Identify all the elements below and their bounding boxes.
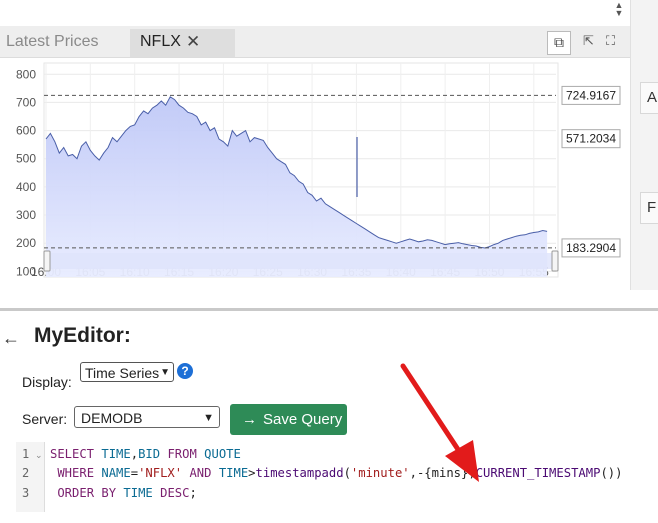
fold-chevron-icon[interactable]: ⌄	[35, 450, 43, 461]
code-keyword: AND	[189, 466, 212, 480]
code-punct: >	[248, 466, 256, 480]
range-navigator[interactable]	[44, 253, 558, 269]
tab-latest-prices[interactable]: Latest Prices	[6, 33, 98, 51]
side-panel-item-f[interactable]: F	[640, 192, 658, 224]
price-label: 571.2034	[566, 132, 616, 146]
back-arrow-icon[interactable]: ←	[2, 328, 20, 349]
code-keyword: BY	[101, 486, 117, 500]
code-identifier: TIME	[101, 447, 131, 461]
save-query-button[interactable]: → Save Query	[230, 404, 347, 435]
code-keyword: WHERE	[57, 466, 95, 480]
navigator-handle-left[interactable]	[43, 250, 51, 272]
code-punct: ;	[189, 486, 197, 500]
chevron-down-icon: ▼	[160, 367, 170, 378]
price-label: 724.9167	[566, 88, 616, 102]
maximize-icon[interactable]: ⛶	[606, 33, 615, 49]
y-tick-label: 600	[16, 124, 36, 138]
arrow-right-icon: →	[242, 411, 257, 428]
red-annotation-arrow	[400, 363, 479, 482]
y-tick-label: 800	[16, 67, 36, 81]
code-punct	[211, 466, 218, 480]
code-function: timestampadd	[255, 466, 344, 480]
y-tick-label: 300	[16, 208, 36, 222]
line-number: 3	[22, 486, 30, 500]
help-icon[interactable]: ?	[177, 363, 193, 379]
navigator-handle-right[interactable]	[551, 250, 559, 272]
new-window-icon[interactable]: ⇱	[583, 33, 594, 49]
display-select[interactable]: Time Series ▼	[80, 362, 174, 382]
code-punct: ())	[600, 466, 623, 480]
popout-icon[interactable]: ⧉	[547, 31, 571, 55]
y-tick-label: 400	[16, 180, 36, 194]
code-punct	[153, 486, 160, 500]
side-panel-item-a[interactable]: A	[640, 82, 658, 114]
price-chart: 800700600500400300200100 16:0016:0516:10…	[16, 62, 621, 279]
code-identifier: QUOTE	[204, 447, 241, 461]
code-identifier: TIME	[218, 466, 249, 480]
display-label: Display:	[22, 374, 72, 390]
chevron-down-icon: ▼	[203, 412, 214, 424]
display-select-value: Time Series	[85, 365, 160, 381]
section-divider[interactable]	[0, 308, 658, 311]
tab-nflx-label[interactable]: NFLX	[140, 33, 181, 51]
server-select[interactable]: DEMODB ▼	[74, 406, 220, 428]
code-keyword: DESC	[160, 486, 190, 500]
tab-close-icon[interactable]: ✕	[186, 32, 200, 52]
code-keyword: SELECT	[50, 447, 95, 461]
code-punct: (	[343, 466, 351, 480]
code-identifier: NAME	[101, 466, 131, 480]
scroll-down-arrow-icon[interactable]: ▼	[612, 8, 626, 18]
y-tick-label: 500	[16, 152, 36, 166]
price-label: 183.2904	[566, 241, 616, 255]
line-number: 1	[22, 447, 30, 461]
server-select-value: DEMODB	[81, 410, 143, 426]
code-line-2[interactable]: WHERE NAME='NFLX' AND TIME>timestampadd(…	[50, 466, 622, 480]
y-tick-label: 200	[16, 236, 36, 250]
code-string: 'NFLX'	[138, 466, 183, 480]
code-punct: =	[130, 466, 139, 480]
top-strip	[0, 0, 658, 26]
editor-title: MyEditor:	[34, 324, 131, 347]
code-punct: ,	[130, 447, 139, 461]
y-tick-label: 700	[16, 95, 36, 109]
save-query-label: Save Query	[263, 411, 343, 428]
line-number: 2	[22, 466, 30, 480]
code-line-3[interactable]: ORDER BY TIME DESC;	[50, 486, 197, 500]
right-side-panel	[630, 0, 658, 290]
code-line-1[interactable]: SELECT TIME,BID FROM QUOTE	[50, 447, 241, 461]
code-keyword: ORDER	[57, 486, 95, 500]
server-label: Server:	[22, 411, 68, 427]
code-identifier: TIME	[123, 486, 153, 500]
code-identifier: BID	[138, 447, 161, 461]
code-keyword: FROM	[167, 447, 197, 461]
